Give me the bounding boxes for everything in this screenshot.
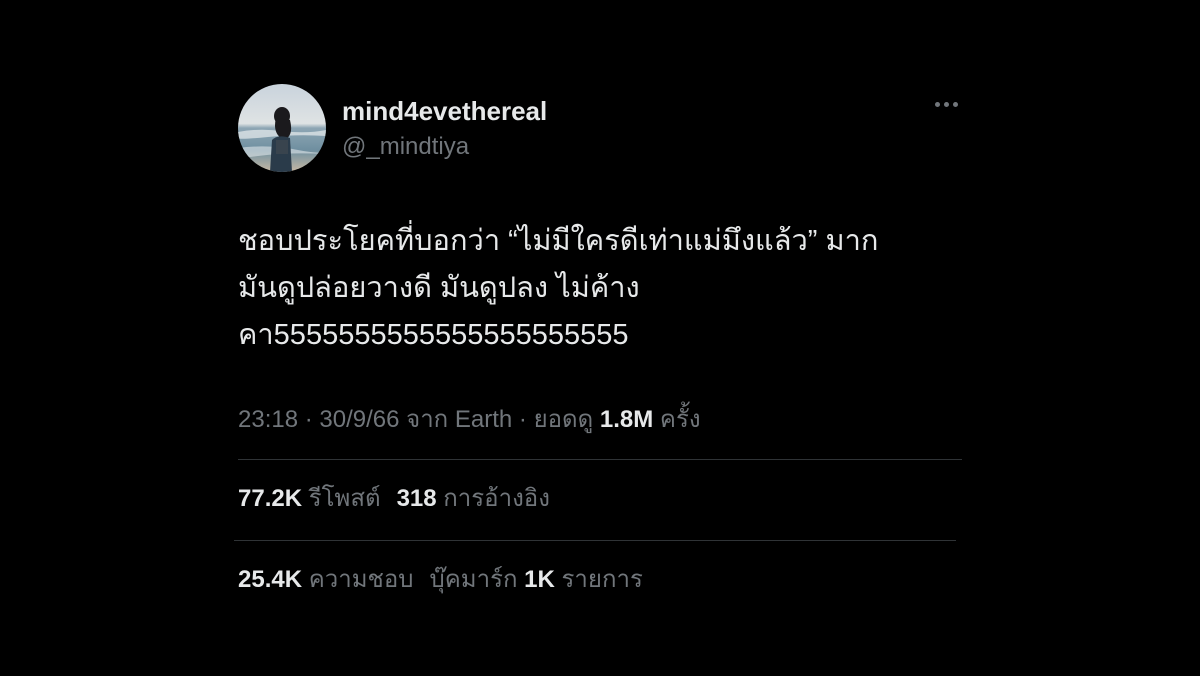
bookmarks-link[interactable]: บุ๊คมาร์ก 1K รายการ [429, 566, 642, 593]
quotes-label: การอ้างอิง [436, 485, 550, 512]
stats-row-reposts: 77.2K รีโพสต์ 318 การอ้างอิง [238, 484, 962, 514]
user-names: mind4evethereal @_mindtiya [342, 96, 547, 162]
tweet-meta: 23:18 · 30/9/66 จาก Earth · ยอดดู 1.8M ค… [238, 405, 962, 435]
tweet-source[interactable]: Earth [455, 406, 512, 433]
reposts-label: รีโพสต์ [302, 485, 381, 512]
tweet-time[interactable]: 23:18 [238, 406, 298, 433]
tweet-date[interactable]: 30/9/66 [319, 406, 399, 433]
user-handle[interactable]: @_mindtiya [342, 132, 547, 162]
likes-link[interactable]: 25.4K ความชอบ [238, 566, 413, 593]
meta-from: จาก [399, 406, 455, 433]
quotes-link[interactable]: 318 การอ้างอิง [397, 485, 550, 512]
tweet-text-line: มันดูปล่อยวางดี มันดูปลง ไม่ค้าง [238, 272, 640, 304]
tweet-text-line: คา5555555555555555555555 [238, 319, 629, 351]
divider [234, 540, 956, 541]
meta-separator: · [512, 406, 534, 433]
avatar[interactable] [238, 84, 326, 172]
bookmarks-count: 1K [524, 566, 555, 593]
quotes-count: 318 [396, 485, 437, 512]
likes-count: 25.4K [238, 566, 303, 593]
display-name[interactable]: mind4evethereal [342, 96, 547, 126]
dot [935, 102, 940, 107]
meta-separator: · [298, 406, 320, 433]
divider [238, 459, 962, 460]
more-options-icon[interactable] [933, 92, 960, 117]
tweet-card: mind4evethereal @_mindtiya ชอบประโยคที่บ… [234, 84, 962, 595]
tweet-text: ชอบประโยคที่บอกว่า “ไม่มีใครดีเท่าแม่มึง… [238, 218, 962, 359]
dot [953, 102, 958, 107]
views-prefix: ยอดดู [533, 406, 600, 433]
dot [944, 102, 949, 107]
avatar-image [238, 84, 326, 172]
stats-row-likes: 25.4K ความชอบ บุ๊คมาร์ก 1K รายการ [238, 565, 962, 595]
bookmarks-prefix: บุ๊คมาร์ก [429, 566, 525, 593]
bookmarks-label: รายการ [554, 566, 643, 593]
tweet-header: mind4evethereal @_mindtiya [238, 84, 962, 174]
reposts-count: 77.2K [238, 485, 303, 512]
tweet-text-line: ชอบประโยคที่บอกว่า “ไม่มีใครดีเท่าแม่มึง… [238, 225, 879, 257]
likes-label: ความชอบ [302, 566, 414, 593]
views-count: 1.8M [599, 406, 654, 433]
reposts-link[interactable]: 77.2K รีโพสต์ [238, 485, 381, 512]
views-suffix: ครั้ง [653, 406, 701, 433]
